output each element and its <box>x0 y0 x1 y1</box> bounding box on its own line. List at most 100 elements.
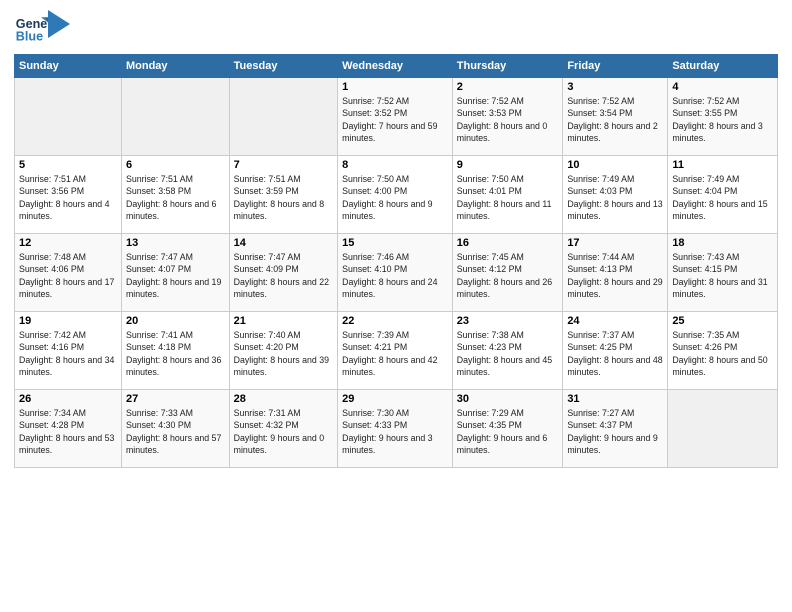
day-details: Sunrise: 7:52 AM Sunset: 3:52 PM Dayligh… <box>342 95 448 144</box>
day-details: Sunrise: 7:33 AM Sunset: 4:30 PM Dayligh… <box>126 407 225 456</box>
day-details: Sunrise: 7:51 AM Sunset: 3:58 PM Dayligh… <box>126 173 225 222</box>
day-details: Sunrise: 7:44 AM Sunset: 4:13 PM Dayligh… <box>567 251 663 300</box>
calendar-cell: 21Sunrise: 7:40 AM Sunset: 4:20 PM Dayli… <box>229 312 337 390</box>
calendar-cell: 28 Sunrise: 7:31 AM Sunset: 4:32 PM Dayli… <box>229 390 337 468</box>
day-details: Sunrise: 7:39 AM Sunset: 4:21 PM Dayligh… <box>342 329 448 378</box>
day-number: 27 <box>126 393 225 405</box>
day-details: Sunrise: 7:46 AM Sunset: 4:10 PM Dayligh… <box>342 251 448 300</box>
day-details: Sunrise: 7:49 AM Sunset: 4:04 PM Dayligh… <box>672 173 773 222</box>
day-details: Sunrise: 7:47 AM Sunset: 4:09 PM Dayligh… <box>234 251 333 300</box>
day-number: 18 <box>672 237 773 249</box>
day-details: Sunrise: 7:34 AM Sunset: 4:28 PM Dayligh… <box>19 407 117 456</box>
calendar-cell: 8 Sunrise: 7:50 AM Sunset: 4:00 PM Daylig… <box>338 156 453 234</box>
calendar-cell: 14 Sunrise: 7:47 AM Sunset: 4:09 PM Dayli… <box>229 234 337 312</box>
day-details: Sunrise: 7:50 AM Sunset: 4:00 PM Dayligh… <box>342 173 448 222</box>
calendar-cell: 20 Sunrise: 7:41 AM Sunset: 4:18 PM Dayli… <box>121 312 229 390</box>
col-header-monday: Monday <box>121 55 229 78</box>
calendar-cell: 9Sunrise: 7:50 AM Sunset: 4:01 PM Daylig… <box>452 156 563 234</box>
day-details: Sunrise: 7:38 AM Sunset: 4:23 PM Dayligh… <box>457 329 559 378</box>
day-details: Sunrise: 7:48 AM Sunset: 4:06 PM Dayligh… <box>19 251 117 300</box>
day-number: 24 <box>567 315 663 327</box>
logo: General Blue <box>14 10 70 46</box>
col-header-wednesday: Wednesday <box>338 55 453 78</box>
calendar-cell: 29 Sunrise: 7:30 AM Sunset: 4:33 PM Dayli… <box>338 390 453 468</box>
calendar-cell <box>121 78 229 156</box>
day-details: Sunrise: 7:31 AM Sunset: 4:32 PM Dayligh… <box>234 407 333 456</box>
calendar-cell: 7 Sunrise: 7:51 AM Sunset: 3:59 PM Daylig… <box>229 156 337 234</box>
col-header-saturday: Saturday <box>668 55 778 78</box>
calendar-cell: 11 Sunrise: 7:49 AM Sunset: 4:04 PM Dayli… <box>668 156 778 234</box>
day-number: 6 <box>126 159 225 171</box>
day-number: 4 <box>672 81 773 93</box>
day-details: Sunrise: 7:52 AM Sunset: 3:55 PM Dayligh… <box>672 95 773 144</box>
col-header-thursday: Thursday <box>452 55 563 78</box>
day-number: 5 <box>19 159 117 171</box>
calendar-cell: 17 Sunrise: 7:44 AM Sunset: 4:13 PM Dayli… <box>563 234 668 312</box>
calendar-cell: 4 Sunrise: 7:52 AM Sunset: 3:55 PM Daylig… <box>668 78 778 156</box>
day-number: 23 <box>457 315 559 327</box>
calendar-cell: 1 Sunrise: 7:52 AM Sunset: 3:52 PM Daylig… <box>338 78 453 156</box>
calendar-cell: 30 Sunrise: 7:29 AM Sunset: 4:35 PM Dayli… <box>452 390 563 468</box>
day-details: Sunrise: 7:45 AM Sunset: 4:12 PM Dayligh… <box>457 251 559 300</box>
day-number: 12 <box>19 237 117 249</box>
day-details: Sunrise: 7:35 AM Sunset: 4:26 PM Dayligh… <box>672 329 773 378</box>
day-details: Sunrise: 7:43 AM Sunset: 4:15 PM Dayligh… <box>672 251 773 300</box>
calendar-cell: 13 Sunrise: 7:47 AM Sunset: 4:07 PM Dayli… <box>121 234 229 312</box>
day-number: 31 <box>567 393 663 405</box>
calendar-cell: 10 Sunrise: 7:49 AM Sunset: 4:03 PM Dayli… <box>563 156 668 234</box>
day-number: 17 <box>567 237 663 249</box>
col-header-sunday: Sunday <box>15 55 122 78</box>
day-number: 25 <box>672 315 773 327</box>
calendar-cell: 22 Sunrise: 7:39 AM Sunset: 4:21 PM Dayli… <box>338 312 453 390</box>
day-number: 20 <box>126 315 225 327</box>
day-number: 19 <box>19 315 117 327</box>
day-number: 8 <box>342 159 448 171</box>
calendar-cell: 18 Sunrise: 7:43 AM Sunset: 4:15 PM Dayli… <box>668 234 778 312</box>
day-number: 29 <box>342 393 448 405</box>
logo-icon: General Blue <box>14 10 50 46</box>
day-details: Sunrise: 7:41 AM Sunset: 4:18 PM Dayligh… <box>126 329 225 378</box>
calendar-cell <box>668 390 778 468</box>
day-number: 7 <box>234 159 333 171</box>
day-number: 9 <box>457 159 559 171</box>
day-number: 13 <box>126 237 225 249</box>
calendar-cell: 27 Sunrise: 7:33 AM Sunset: 4:30 PM Dayli… <box>121 390 229 468</box>
day-number: 28 <box>234 393 333 405</box>
calendar-cell: 26 Sunrise: 7:34 AM Sunset: 4:28 PM Dayli… <box>15 390 122 468</box>
day-number: 10 <box>567 159 663 171</box>
calendar-cell: 25 Sunrise: 7:35 AM Sunset: 4:26 PM Dayli… <box>668 312 778 390</box>
day-number: 14 <box>234 237 333 249</box>
day-details: Sunrise: 7:52 AM Sunset: 3:53 PM Dayligh… <box>457 95 559 144</box>
day-details: Sunrise: 7:52 AM Sunset: 3:54 PM Dayligh… <box>567 95 663 144</box>
calendar-cell: 3 Sunrise: 7:52 AM Sunset: 3:54 PM Daylig… <box>563 78 668 156</box>
day-number: 26 <box>19 393 117 405</box>
day-number: 2 <box>457 81 559 93</box>
day-details: Sunrise: 7:29 AM Sunset: 4:35 PM Dayligh… <box>457 407 559 456</box>
calendar-cell: 5 Sunrise: 7:51 AM Sunset: 3:56 PM Daylig… <box>15 156 122 234</box>
logo-arrow-icon <box>48 10 70 38</box>
col-header-tuesday: Tuesday <box>229 55 337 78</box>
day-details: Sunrise: 7:49 AM Sunset: 4:03 PM Dayligh… <box>567 173 663 222</box>
day-details: Sunrise: 7:27 AM Sunset: 4:37 PM Dayligh… <box>567 407 663 456</box>
day-number: 30 <box>457 393 559 405</box>
day-details: Sunrise: 7:51 AM Sunset: 3:59 PM Dayligh… <box>234 173 333 222</box>
calendar-cell <box>15 78 122 156</box>
calendar-cell <box>229 78 337 156</box>
day-details: Sunrise: 7:37 AM Sunset: 4:25 PM Dayligh… <box>567 329 663 378</box>
day-number: 3 <box>567 81 663 93</box>
day-number: 11 <box>672 159 773 171</box>
day-details: Sunrise: 7:40 AM Sunset: 4:20 PM Dayligh… <box>234 329 333 378</box>
calendar-cell: 24 Sunrise: 7:37 AM Sunset: 4:25 PM Dayli… <box>563 312 668 390</box>
day-number: 16 <box>457 237 559 249</box>
day-details: Sunrise: 7:51 AM Sunset: 3:56 PM Dayligh… <box>19 173 117 222</box>
day-number: 1 <box>342 81 448 93</box>
day-details: Sunrise: 7:42 AM Sunset: 4:16 PM Dayligh… <box>19 329 117 378</box>
day-number: 22 <box>342 315 448 327</box>
svg-text:Blue: Blue <box>16 30 43 44</box>
calendar-cell: 23 Sunrise: 7:38 AM Sunset: 4:23 PM Dayli… <box>452 312 563 390</box>
day-details: Sunrise: 7:30 AM Sunset: 4:33 PM Dayligh… <box>342 407 448 456</box>
calendar-cell: 2 Sunrise: 7:52 AM Sunset: 3:53 PM Daylig… <box>452 78 563 156</box>
day-details: Sunrise: 7:47 AM Sunset: 4:07 PM Dayligh… <box>126 251 225 300</box>
calendar-table: SundayMondayTuesdayWednesdayThursdayFrid… <box>14 54 778 468</box>
day-number: 15 <box>342 237 448 249</box>
